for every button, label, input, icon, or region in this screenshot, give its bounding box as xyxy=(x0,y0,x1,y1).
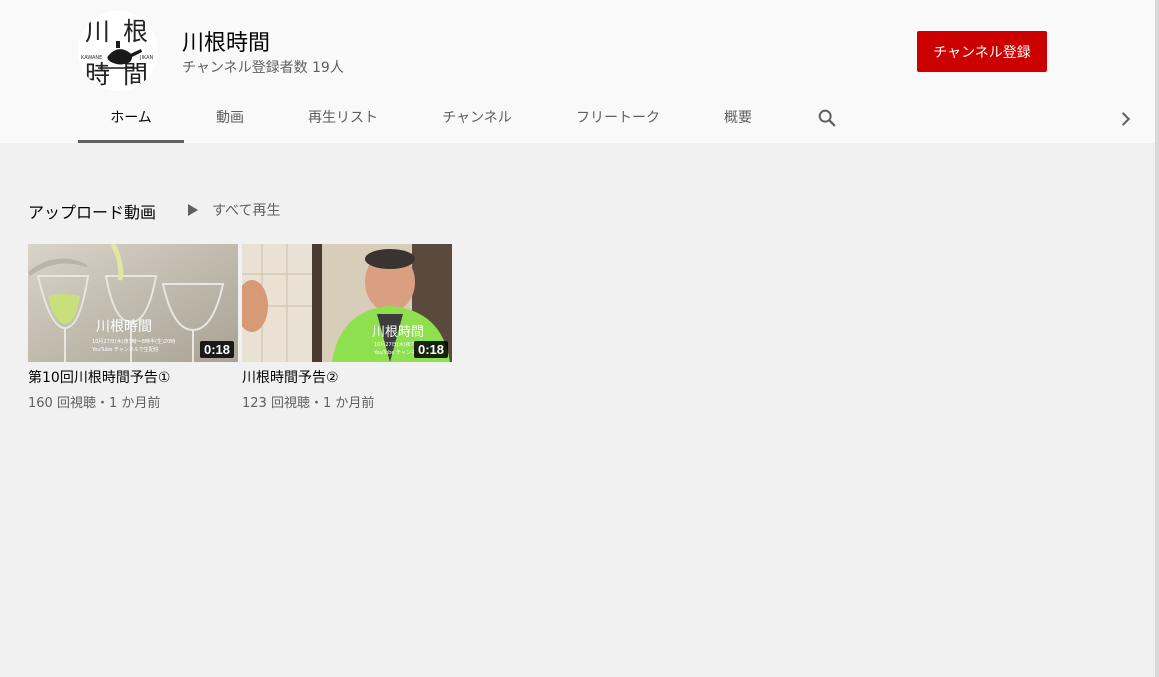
overlay-title: 川根時間 xyxy=(96,319,152,335)
video-duration: 0:18 xyxy=(199,341,234,358)
tab-videos[interactable]: 動画 xyxy=(184,96,276,140)
video-title[interactable]: 第10回川根時間予告① xyxy=(28,368,238,388)
video-card[interactable]: 川根時間 10月27日(木)夜7時〜8時半(生)20時 YouTube チャンネ… xyxy=(28,244,238,411)
tab-free-talk[interactable]: フリートーク xyxy=(544,96,692,140)
video-card[interactable]: 川根時間 10月27日(木)夜7時〜 YouTube チャンネ 0:18 川根時… xyxy=(242,244,452,411)
video-duration: 0:18 xyxy=(413,341,448,358)
logo-romaji-left: KAWANE xyxy=(81,55,102,61)
overlay-line-1: 10月27日(木)夜7時〜8時半(生)20時 xyxy=(92,338,175,345)
overlay-line-2: YouTube チャンネ xyxy=(373,350,416,356)
play-all-button[interactable]: すべて再生 xyxy=(186,199,280,221)
video-meta: 160 回視聴・1 か月前 xyxy=(28,396,161,411)
subscriber-count: チャンネル登録者数 19人 xyxy=(182,60,344,76)
video-title[interactable]: 川根時間予告② xyxy=(242,368,452,388)
subscribe-button[interactable]: チャンネル登録 xyxy=(917,31,1047,72)
tab-playlists[interactable]: 再生リスト xyxy=(276,96,410,140)
tab-home[interactable]: ホーム xyxy=(78,96,184,143)
channel-avatar[interactable]: 川 根 時 間 KAWANE JIKAN xyxy=(78,11,158,91)
play-all-label: すべて再生 xyxy=(212,203,281,219)
scrollbar[interactable] xyxy=(1155,0,1159,677)
tab-about[interactable]: 概要 xyxy=(692,96,784,140)
logo-kanji-4: 間 xyxy=(123,60,148,89)
overlay-line-2: YouTube チャンネルで生配信 xyxy=(91,346,159,353)
play-icon xyxy=(188,204,198,216)
video-meta: 123 回視聴・1 か月前 xyxy=(242,396,375,411)
video-thumbnail[interactable]: 川根時間 10月27日(木)夜7時〜8時半(生)20時 YouTube チャンネ… xyxy=(28,244,238,362)
channel-header: 川 根 時 間 KAWANE JIKAN 川根時間 チャンネル登録者数 19人 … xyxy=(0,0,1155,143)
chevron-right-icon[interactable] xyxy=(1114,108,1138,130)
logo-romaji-right: JIKAN xyxy=(139,55,154,61)
kawane-jikan-logo: 川 根 時 間 KAWANE JIKAN xyxy=(78,11,158,91)
logo-kanji-2: 根 xyxy=(123,17,148,46)
logo-kanji-3: 時 xyxy=(85,60,110,89)
search-icon[interactable] xyxy=(816,107,838,129)
shelf-title[interactable]: アップロード動画 xyxy=(28,199,156,223)
logo-kanji-1: 川 xyxy=(85,17,110,46)
video-thumbnail[interactable]: 川根時間 10月27日(木)夜7時〜 YouTube チャンネ 0:18 xyxy=(242,244,452,362)
overlay-title: 川根時間 xyxy=(372,325,424,340)
channel-title: 川根時間 xyxy=(182,31,271,56)
tab-channels[interactable]: チャンネル xyxy=(410,96,544,140)
